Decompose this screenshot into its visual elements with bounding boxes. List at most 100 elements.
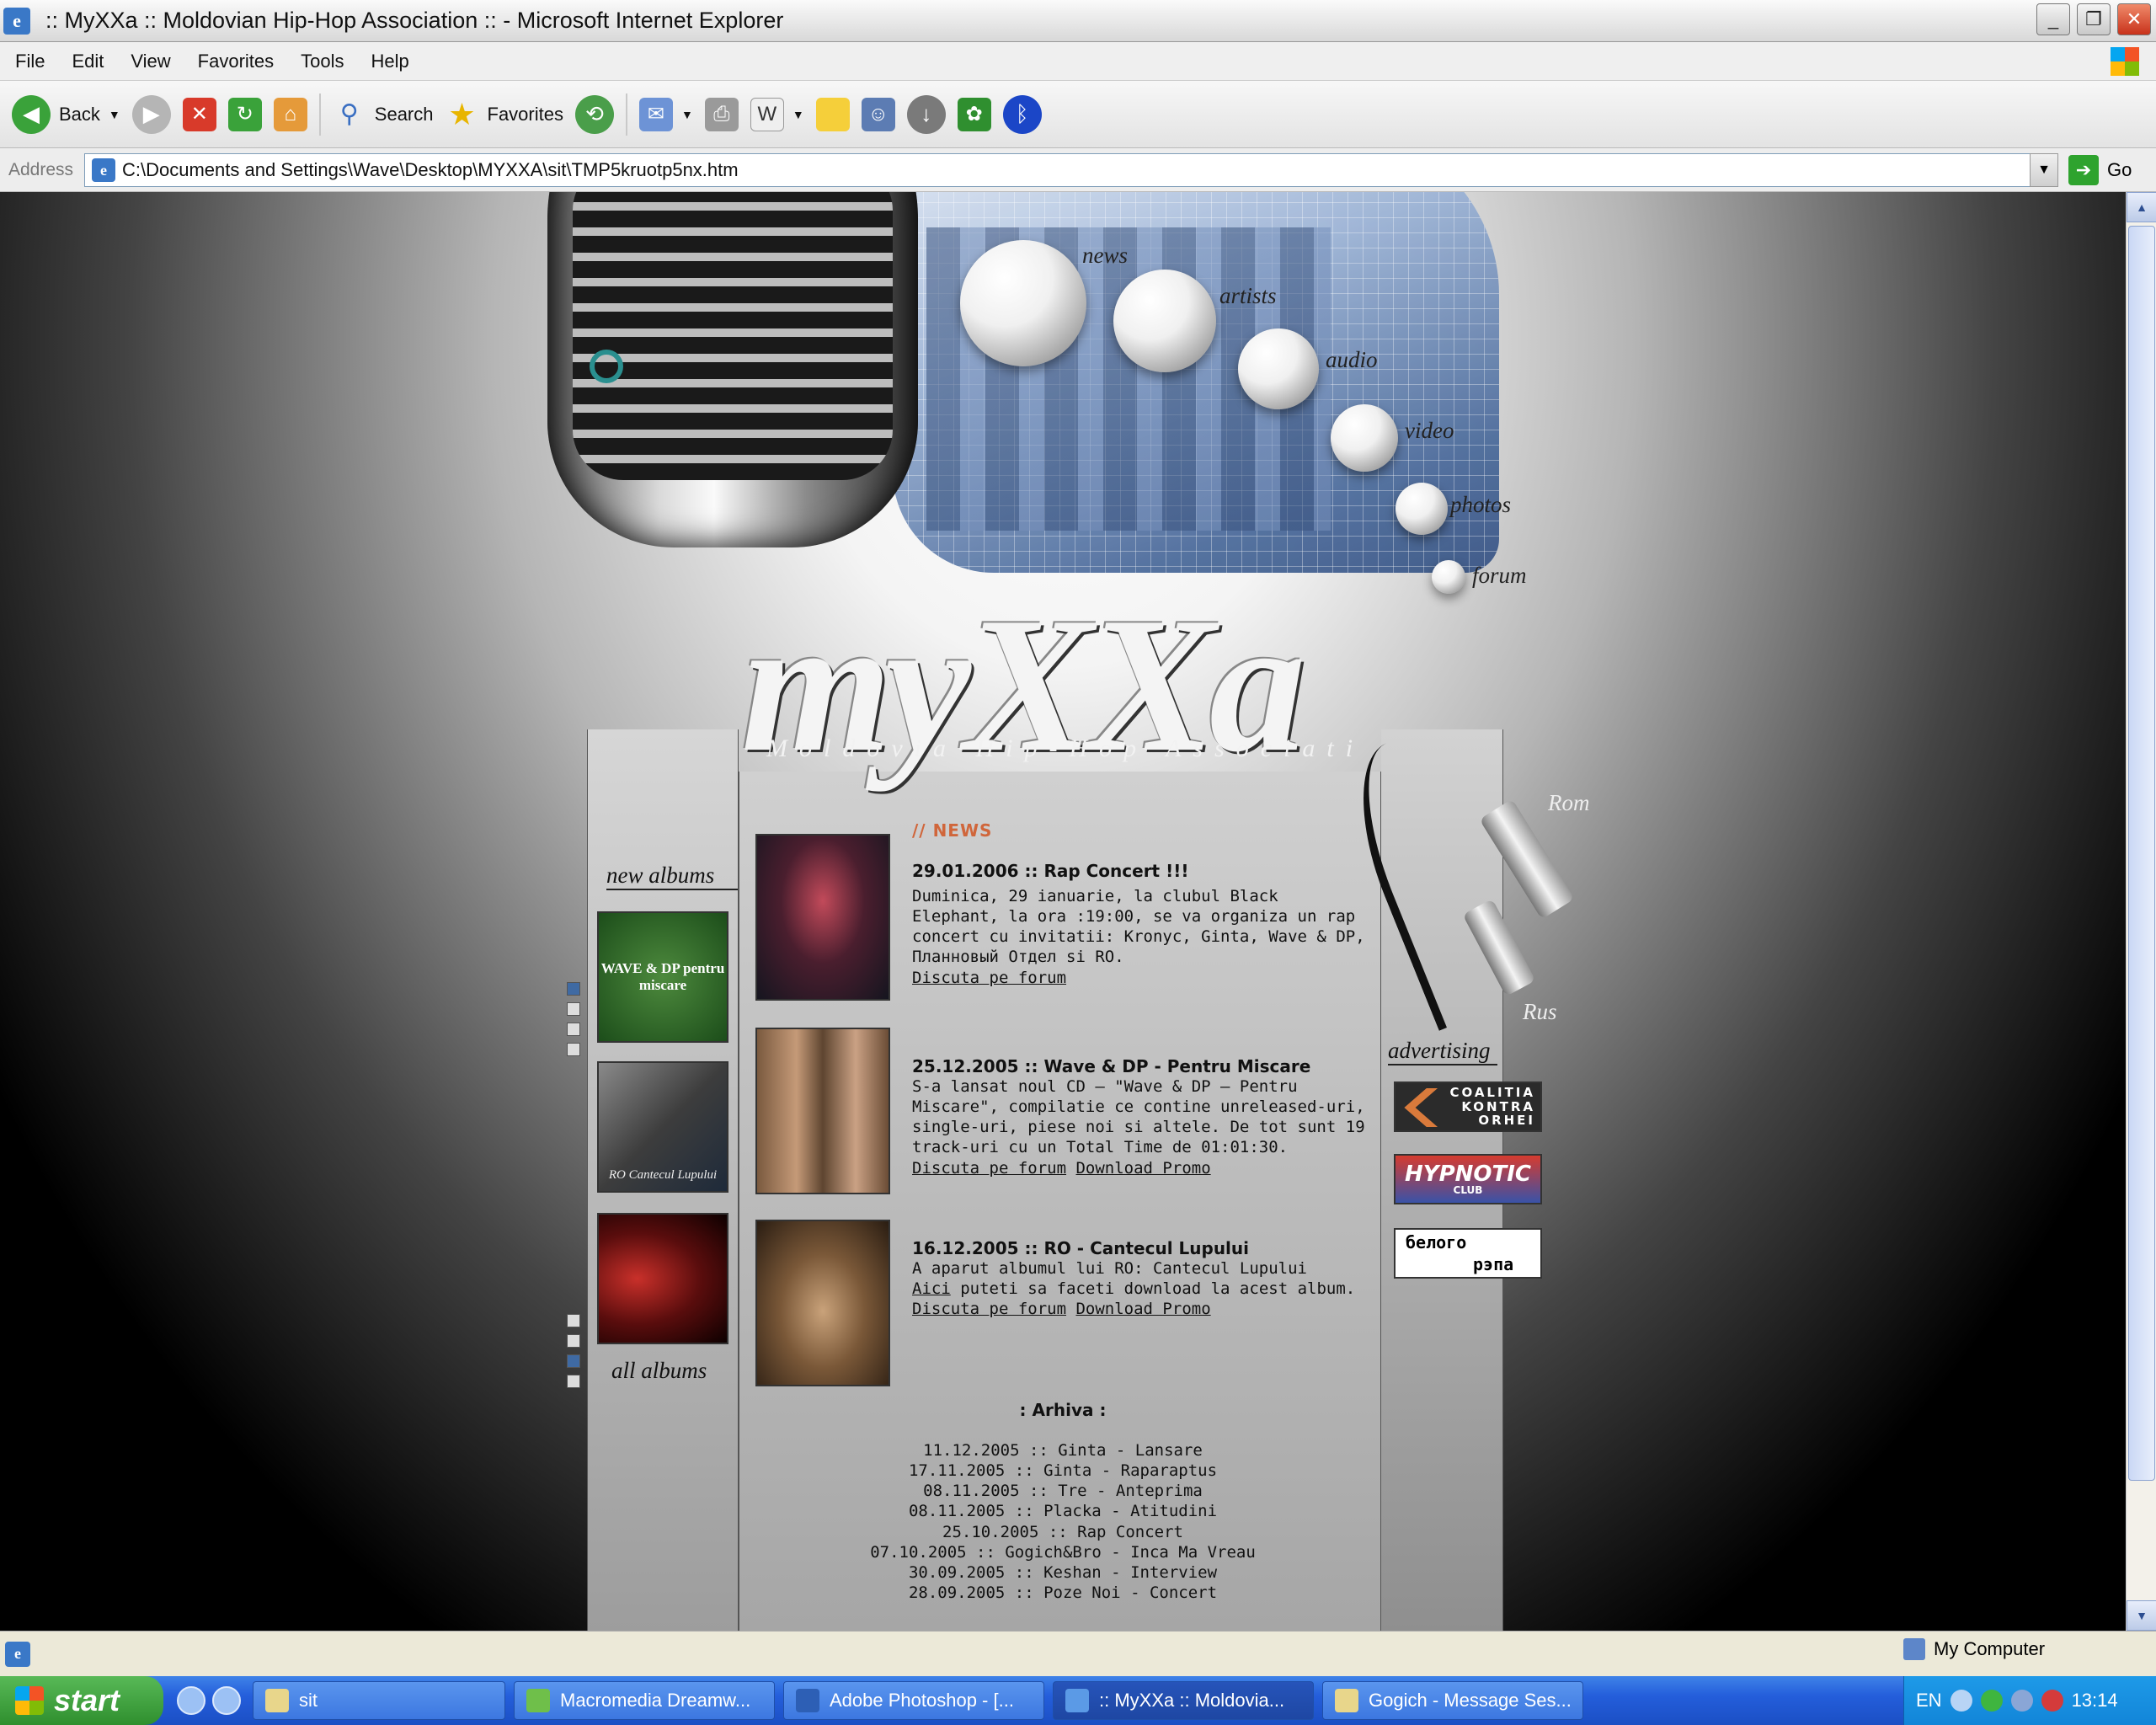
- refresh-button[interactable]: ↻: [227, 97, 262, 131]
- maximize-button[interactable]: ❐: [2077, 3, 2111, 35]
- go-button[interactable]: ➔ Go: [2068, 155, 2132, 185]
- close-button[interactable]: ✕: [2117, 3, 2151, 35]
- archive-item[interactable]: 07.10.2005 :: Gogich&Bro - Inca Ma Vreau: [755, 1542, 1370, 1562]
- archive-item[interactable]: 08.11.2005 :: Placka - Atitudini: [755, 1501, 1370, 1521]
- favorites-button[interactable]: ★ Favorites: [446, 97, 563, 131]
- archive-item[interactable]: 30.09.2005 :: Keshan - Interview: [755, 1562, 1370, 1583]
- archive-item[interactable]: 25.10.2005 :: Rap Concert: [755, 1522, 1370, 1542]
- ad-coalitia-kontra-orhei[interactable]: COALITIA KONTRA ORHEI: [1394, 1081, 1542, 1132]
- stop-button[interactable]: ✕: [182, 97, 216, 131]
- album-cover-red[interactable]: [597, 1213, 728, 1344]
- task-dreamweaver[interactable]: Macromedia Dreamw...: [514, 1681, 775, 1720]
- slider-dot-7[interactable]: [567, 1354, 580, 1368]
- menu-edit[interactable]: Edit: [72, 51, 104, 72]
- menu-help[interactable]: Help: [371, 51, 409, 72]
- all-albums-link[interactable]: all albums: [611, 1358, 707, 1384]
- archive-item[interactable]: 08.11.2005 :: Tre - Anteprima: [755, 1481, 1370, 1501]
- network-tray-icon[interactable]: [2010, 1690, 2033, 1712]
- nav-photos[interactable]: photos: [1450, 492, 1511, 518]
- print-button[interactable]: ⎙: [704, 97, 739, 131]
- archive-item[interactable]: 28.09.2005 :: Poze Noi - Concert: [755, 1583, 1370, 1603]
- nav-video[interactable]: video: [1405, 418, 1454, 444]
- quicklaunch-ie-icon[interactable]: [177, 1686, 205, 1715]
- address-dropdown-icon[interactable]: ▼: [2030, 153, 2058, 187]
- scroll-down-icon[interactable]: ▼: [2127, 1600, 2156, 1631]
- toolbar-separator: [625, 93, 627, 136]
- lang-rus-link[interactable]: Rus: [1523, 999, 1557, 1025]
- mail-button[interactable]: ✉ ▼: [638, 97, 693, 131]
- icq-tray-icon[interactable]: [1980, 1690, 2003, 1712]
- nav-bubble-video[interactable]: [1331, 404, 1398, 472]
- nav-news[interactable]: news: [1082, 243, 1128, 269]
- news-headline: 29.01.2006 :: Rap Concert !!!: [912, 861, 1189, 881]
- mail-dropdown-icon[interactable]: ▼: [681, 108, 693, 121]
- minimize-button[interactable]: _: [2036, 3, 2070, 35]
- back-arrow-icon: ◀: [12, 94, 51, 134]
- edit-button[interactable]: W ▼: [750, 97, 804, 131]
- search-button[interactable]: ⚲ Search: [333, 98, 434, 131]
- slider-dot-1[interactable]: [567, 982, 580, 996]
- nav-bubble-photos[interactable]: [1396, 483, 1448, 535]
- nav-bubble-artists[interactable]: [1113, 270, 1216, 372]
- forum-link[interactable]: Discuta pe forum: [912, 1159, 1066, 1178]
- slider-dot-5[interactable]: [567, 1314, 580, 1327]
- download-promo-link[interactable]: Download Promo: [1075, 1300, 1210, 1318]
- nav-bubble-forum[interactable]: [1432, 560, 1465, 594]
- task-sit[interactable]: sit: [253, 1681, 505, 1720]
- home-button[interactable]: ⌂: [273, 97, 307, 131]
- back-dropdown-icon[interactable]: ▼: [109, 108, 120, 121]
- news-photo-wolf[interactable]: [755, 1220, 890, 1386]
- start-button[interactable]: start: [0, 1676, 163, 1725]
- icq-button[interactable]: ✿: [957, 97, 991, 131]
- slider-dot-4[interactable]: [567, 1043, 580, 1056]
- address-field[interactable]: e C:\Documents and Settings\Wave\Desktop…: [84, 153, 2035, 187]
- download-button[interactable]: ↓: [906, 94, 946, 134]
- vertical-scrollbar[interactable]: ▲ ▼: [2126, 192, 2156, 1631]
- menu-tools[interactable]: Tools: [301, 51, 344, 72]
- tray-expand-icon[interactable]: [1950, 1690, 1972, 1712]
- scroll-thumb[interactable]: [2128, 226, 2155, 1481]
- address-url[interactable]: C:\Documents and Settings\Wave\Desktop\M…: [122, 159, 739, 181]
- forward-button[interactable]: ▶: [131, 94, 171, 134]
- nav-bubble-news[interactable]: [960, 240, 1086, 366]
- menu-view[interactable]: View: [131, 51, 170, 72]
- lang-rom-link[interactable]: Rom: [1548, 790, 1590, 816]
- language-indicator[interactable]: EN: [1916, 1690, 1942, 1712]
- nav-artists[interactable]: artists: [1219, 283, 1277, 309]
- task-message-session[interactable]: Gogich - Message Ses...: [1322, 1681, 1583, 1720]
- bluetooth-tray-icon[interactable]: [2041, 1690, 2063, 1712]
- slider-dot-8[interactable]: [567, 1375, 580, 1388]
- nav-forum[interactable]: forum: [1472, 563, 1527, 589]
- news-item: 16.12.2005 :: RO - Cantecul Lupului A ap…: [755, 1220, 1370, 1388]
- page-status-icon: e: [5, 1641, 30, 1667]
- history-button[interactable]: ⟲: [574, 94, 614, 134]
- news-photo-concert[interactable]: [755, 834, 890, 1001]
- messenger-button[interactable]: ☺: [861, 97, 895, 131]
- task-photoshop[interactable]: Adobe Photoshop - [...: [783, 1681, 1044, 1720]
- archive-item[interactable]: 17.11.2005 :: Ginta - Raparaptus: [755, 1461, 1370, 1481]
- task-ie-myxxa[interactable]: :: MyXXa :: Moldovia...: [1053, 1681, 1314, 1720]
- quicklaunch-media-icon[interactable]: [212, 1686, 241, 1715]
- album-cover-ro[interactable]: RO Cantecul Lupului: [597, 1061, 728, 1193]
- scroll-up-icon[interactable]: ▲: [2127, 192, 2156, 222]
- nav-bubble-audio[interactable]: [1238, 328, 1319, 409]
- back-button[interactable]: ◀ Back ▼: [12, 94, 120, 134]
- album-cover-wave-dp[interactable]: WAVE & DP pentru miscare: [597, 911, 728, 1043]
- menu-file[interactable]: File: [15, 51, 45, 72]
- slider-dot-6[interactable]: [567, 1334, 580, 1348]
- slider-dot-3[interactable]: [567, 1023, 580, 1036]
- forum-link[interactable]: Discuta pe forum: [912, 969, 1066, 987]
- archive-item[interactable]: 11.12.2005 :: Ginta - Lansare: [755, 1440, 1370, 1461]
- bluetooth-button[interactable]: ᛒ: [1002, 94, 1042, 134]
- ad-belogo-repa[interactable]: белого рэпа: [1394, 1228, 1542, 1279]
- menu-favorites[interactable]: Favorites: [198, 51, 274, 72]
- forum-link[interactable]: Discuta pe forum: [912, 1300, 1066, 1318]
- download-promo-link[interactable]: Download Promo: [1075, 1159, 1210, 1178]
- aici-link[interactable]: Aici: [912, 1279, 951, 1298]
- slider-dot-2[interactable]: [567, 1002, 580, 1016]
- ad-hypnotic-club[interactable]: HYPNOTIC CLUB: [1394, 1154, 1542, 1204]
- notes-button[interactable]: [815, 97, 850, 131]
- news-photo-wave-dp[interactable]: [755, 1028, 890, 1194]
- edit-dropdown-icon[interactable]: ▼: [792, 108, 804, 121]
- nav-audio[interactable]: audio: [1326, 347, 1378, 373]
